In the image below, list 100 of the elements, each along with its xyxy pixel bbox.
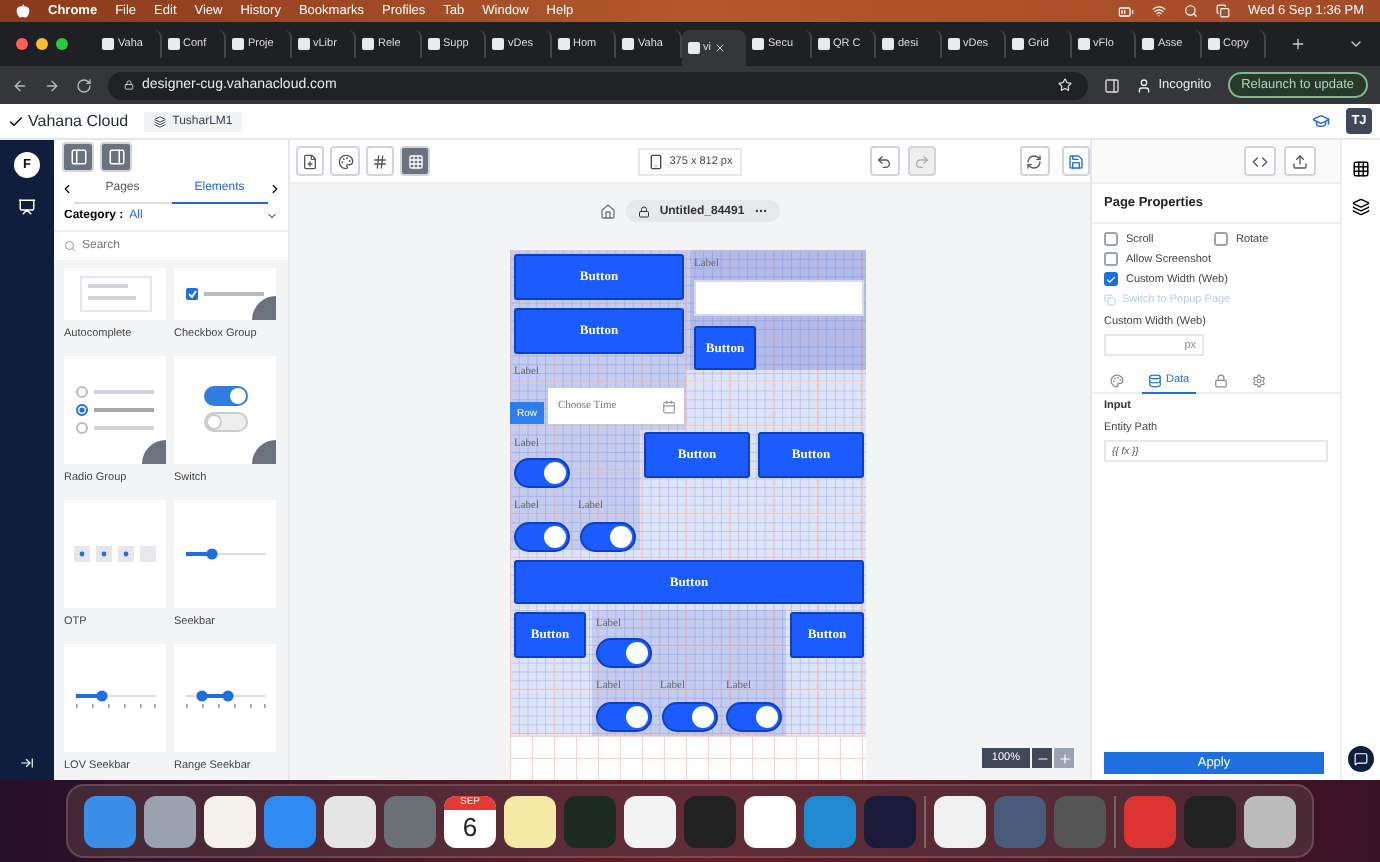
app-icon[interactable] <box>624 795 676 847</box>
range-slider-drawing <box>185 689 265 707</box>
lock-icon <box>124 80 134 90</box>
favicon-icon <box>622 38 634 50</box>
toggle-switch[interactable] <box>662 702 718 732</box>
more-icon <box>754 204 769 218</box>
checkbox-drawing <box>185 286 265 302</box>
favicon-icon <box>492 38 504 50</box>
brand-text: Vahana Cloud <box>28 112 129 130</box>
side-panel-icon[interactable] <box>1104 77 1121 93</box>
panel-left-icon <box>69 148 87 167</box>
app-icon[interactable] <box>204 795 256 847</box>
add-page-button[interactable] <box>296 146 325 176</box>
save-button[interactable] <box>1061 146 1090 176</box>
file-plus-icon <box>302 153 319 169</box>
grid-button[interactable] <box>365 146 395 176</box>
favicon-icon <box>1142 38 1154 50</box>
favicon-icon <box>232 38 244 50</box>
lock-icon <box>1213 373 1228 387</box>
upload-button[interactable] <box>1284 146 1316 176</box>
favicon-icon <box>102 38 114 50</box>
favicon-icon <box>947 38 959 50</box>
favicon-icon <box>1077 38 1089 50</box>
toggle-switch[interactable] <box>596 702 652 732</box>
upload-icon <box>1292 153 1308 169</box>
chevron-down-icon[interactable] <box>1348 36 1364 52</box>
app-icon[interactable] <box>144 795 196 847</box>
chat-icon <box>1354 752 1368 766</box>
text-input-field[interactable] <box>694 280 864 316</box>
code-icon <box>1252 153 1268 169</box>
toggle-switch[interactable] <box>596 638 652 668</box>
refresh-button[interactable] <box>1020 146 1050 176</box>
layers-icon[interactable] <box>1352 198 1370 216</box>
chat-button[interactable] <box>1348 746 1374 772</box>
layout-button[interactable] <box>400 146 430 176</box>
code-button[interactable] <box>1244 146 1276 176</box>
favicon-icon <box>427 38 439 50</box>
app-icon[interactable] <box>324 795 376 847</box>
lock-icon <box>637 205 650 217</box>
day-text: 6 <box>462 809 478 845</box>
toggles-drawing <box>203 386 247 434</box>
layers-icon <box>154 115 167 127</box>
element-card[interactable] <box>64 356 166 464</box>
palette-icon <box>337 153 354 169</box>
presentation-icon[interactable] <box>18 198 36 216</box>
element-card[interactable] <box>174 268 276 320</box>
undo-button[interactable] <box>870 146 900 176</box>
toggle-switch[interactable] <box>514 522 570 552</box>
panel-left-button[interactable] <box>62 142 94 173</box>
list-drawing <box>79 276 151 312</box>
home-icon[interactable] <box>599 203 616 219</box>
close-icon[interactable] <box>714 42 727 54</box>
panel-right-button[interactable] <box>100 142 132 173</box>
chevron-right-icon[interactable] <box>268 182 282 197</box>
app-icon[interactable] <box>504 795 556 847</box>
favicon-icon <box>1207 38 1219 50</box>
graduation-cap-icon[interactable] <box>1312 112 1330 130</box>
refresh-icon <box>1026 153 1043 169</box>
search-icon[interactable] <box>1183 4 1198 18</box>
favicon-icon <box>557 38 569 50</box>
zoom-out-button[interactable] <box>1032 748 1052 768</box>
element-card[interactable] <box>174 644 276 752</box>
favicon-icon <box>167 38 179 50</box>
theme-button[interactable] <box>330 146 360 176</box>
apple-icon <box>16 4 30 18</box>
element-card[interactable] <box>174 356 276 464</box>
copy-icon <box>1104 294 1116 306</box>
favicon-icon <box>1012 38 1024 50</box>
back-icon[interactable] <box>12 77 28 93</box>
toggle-switch[interactable] <box>726 702 782 732</box>
search-icon <box>64 240 76 252</box>
toggle-switch[interactable] <box>580 522 636 552</box>
chevron-left-icon[interactable] <box>60 182 74 197</box>
settings-icon <box>1251 373 1266 387</box>
favicon-icon <box>297 38 309 50</box>
palette-icon <box>1110 373 1124 387</box>
app-icon[interactable] <box>934 795 986 847</box>
undo-icon <box>876 153 893 169</box>
favicon-icon <box>817 38 829 50</box>
plus-icon <box>1057 751 1071 765</box>
database-icon <box>1148 373 1162 387</box>
minimize-window-icon[interactable] <box>36 38 48 50</box>
slider-drawing <box>75 689 155 707</box>
toggle-switch[interactable] <box>514 458 570 488</box>
otp-boxes-drawing <box>73 546 157 562</box>
new-tab-icon[interactable] <box>1290 36 1306 52</box>
close-window-icon[interactable] <box>16 38 28 50</box>
maximize-window-icon[interactable] <box>56 38 68 50</box>
redo-icon <box>913 153 930 169</box>
check-icon <box>1106 273 1116 285</box>
app-icon[interactable] <box>1244 795 1296 847</box>
forward-icon[interactable] <box>44 77 60 93</box>
grid-icon[interactable] <box>1352 160 1370 178</box>
reload-icon[interactable] <box>76 77 92 93</box>
favicon-icon <box>752 38 764 50</box>
user-icon <box>1136 77 1153 93</box>
app-icon[interactable] <box>744 795 796 847</box>
favicon-icon <box>687 42 699 54</box>
star-icon[interactable] <box>1058 78 1073 92</box>
expand-icon[interactable] <box>20 756 34 770</box>
